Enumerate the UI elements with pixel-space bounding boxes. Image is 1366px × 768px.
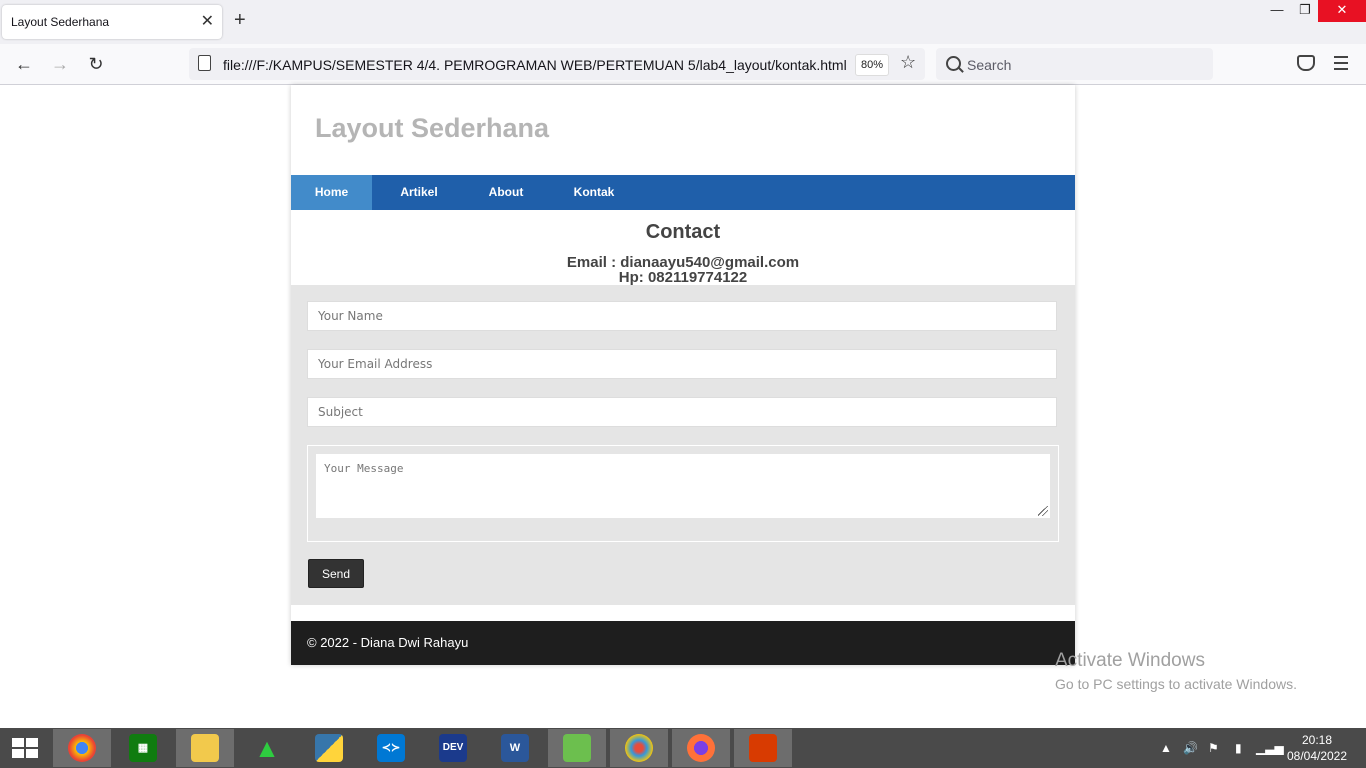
contact-phone: Hp: 082119774122 (618, 269, 748, 286)
contact-header: Contact Email : dianaayu540@gmail.com Hp… (291, 210, 1075, 286)
search-box[interactable]: Search (936, 48, 1213, 80)
vscode-icon: ≺≻ (377, 734, 405, 762)
nav-link-about[interactable]: About (474, 175, 538, 210)
taskbar-clock[interactable]: 20:18 08/04/2022 (1282, 732, 1352, 764)
browser-toolbar: ← → ↻ file:///F:/KAMPUS/SEMESTER 4/4. PE… (0, 44, 1366, 85)
site-footer: © 2022 - Diana Dwi Rahayu (291, 621, 1075, 665)
taskbar-notepad[interactable] (548, 729, 606, 767)
tab-title: Layout Sederhana (11, 15, 110, 29)
browser-tab[interactable]: Layout Sederhana ✕ (2, 5, 222, 39)
taskbar-office[interactable] (734, 729, 792, 767)
page-icon (198, 55, 211, 71)
paint-icon (625, 734, 653, 762)
volume-icon[interactable]: 🔊 (1183, 728, 1198, 768)
taskbar-firefox[interactable] (672, 729, 730, 767)
search-placeholder[interactable]: Search (967, 57, 1011, 73)
reload-icon[interactable]: ↻ (85, 53, 107, 75)
taskbar-chrome[interactable] (53, 729, 111, 767)
nav-link-artikel[interactable]: Artikel (387, 175, 451, 210)
taskbar-paint[interactable] (610, 729, 668, 767)
activate-windows-watermark: Activate Windows Go to PC settings to ac… (1055, 650, 1297, 692)
firefox-icon (687, 734, 715, 762)
word-icon: W (501, 734, 529, 762)
pocket-icon[interactable] (1297, 55, 1315, 71)
subject-input[interactable] (307, 397, 1057, 427)
hamburger-menu-icon[interactable] (1334, 56, 1348, 70)
browser-tab-strip: Layout Sederhana ✕ + — ❐ ✕ (0, 0, 1366, 44)
taskbar: ▦ ▲ ≺≻ DEV W ▲ 🔊 ⚑ ▮ ▁▃▅ 20:18 08/04/202… (0, 728, 1366, 768)
contact-title: Contact (645, 221, 721, 243)
python-icon (315, 734, 343, 762)
taskbar-devcpp[interactable]: DEV (424, 729, 482, 767)
nav-link-kontak[interactable]: Kontak (562, 175, 626, 210)
clock-time: 20:18 (1301, 733, 1333, 747)
forward-arrow-icon[interactable]: → (49, 53, 71, 75)
zoom-level-badge[interactable]: 80% (855, 54, 890, 76)
taskbar-store[interactable]: ▦ (114, 729, 172, 767)
email-input[interactable] (307, 349, 1057, 379)
battery-icon[interactable]: ▮ (1235, 728, 1242, 768)
network-signal-icon[interactable]: ▁▃▅ (1256, 728, 1284, 768)
nav-link-home[interactable]: Home (291, 175, 372, 210)
taskbar-file-explorer[interactable] (176, 729, 234, 767)
resize-handle-icon[interactable] (1038, 506, 1048, 516)
url-text[interactable]: file:///F:/KAMPUS/SEMESTER 4/4. PEMROGRA… (223, 57, 847, 73)
windows-start-icon[interactable] (12, 738, 38, 758)
message-textarea[interactable] (316, 454, 1050, 518)
store-icon: ▦ (129, 734, 157, 762)
office-icon (749, 734, 777, 762)
notepad-icon (563, 734, 591, 762)
action-center-flag-icon[interactable]: ⚑ (1208, 728, 1219, 768)
chrome-icon (68, 734, 96, 762)
contact-form: Send (291, 285, 1075, 605)
send-button[interactable]: Send (308, 559, 364, 588)
show-hidden-icons-icon[interactable]: ▲ (1160, 728, 1172, 768)
site-nav: Home Artikel About Kontak (291, 175, 1075, 210)
taskbar-word[interactable]: W (486, 729, 544, 767)
close-tab-icon[interactable]: ✕ (201, 11, 214, 31)
clock-date: 08/04/2022 (1286, 749, 1348, 763)
name-input[interactable] (307, 301, 1057, 331)
taskbar-sublime[interactable]: ▲ (238, 729, 296, 767)
file-explorer-icon (191, 734, 219, 762)
search-icon (946, 56, 961, 71)
close-window-icon[interactable]: ✕ (1318, 0, 1366, 22)
page-container: Layout Sederhana Home Artikel About Kont… (291, 85, 1075, 665)
address-bar[interactable]: file:///F:/KAMPUS/SEMESTER 4/4. PEMROGRA… (189, 48, 925, 80)
taskbar-vscode[interactable]: ≺≻ (362, 729, 420, 767)
new-tab-icon[interactable]: + (234, 10, 246, 30)
watermark-title: Activate Windows (1055, 650, 1205, 671)
message-fieldset (307, 445, 1059, 542)
footer-copyright: © 2022 - Diana Dwi Rahayu (307, 635, 469, 650)
watermark-subtitle: Go to PC settings to activate Windows. (1055, 676, 1297, 692)
site-header: Layout Sederhana (291, 85, 1075, 175)
bookmark-star-icon[interactable]: ☆ (900, 52, 916, 73)
back-arrow-icon[interactable]: ← (13, 53, 35, 75)
devcpp-icon: DEV (439, 734, 467, 762)
site-title: Layout Sederhana (315, 113, 550, 143)
sublime-icon: ▲ (254, 733, 280, 763)
taskbar-python[interactable] (300, 729, 358, 767)
page-viewport: Layout Sederhana Home Artikel About Kont… (0, 85, 1366, 728)
